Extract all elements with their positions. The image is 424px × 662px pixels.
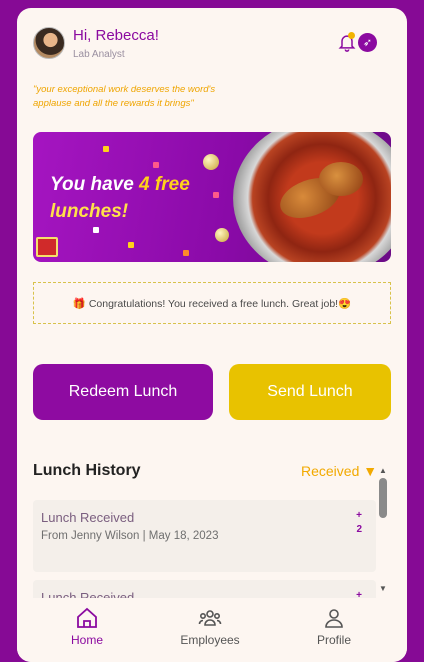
scroll-down-arrow[interactable]: ▼ (379, 584, 387, 593)
history-list-item[interactable]: Lunch Received From Jenny Wilson | May 1… (33, 500, 376, 572)
motivation-quote: "your exceptional work deserves the word… (33, 84, 216, 109)
app-card: Hi, Rebecca! Lab Analyst ➶ "your excepti… (17, 8, 407, 662)
scroll-up-arrow[interactable]: ▲ (379, 466, 387, 475)
confetti (103, 146, 109, 152)
nav-home-label: Home (70, 633, 103, 647)
banner-text-line2: lunches! (50, 201, 129, 222)
promo-banner: You have 4 free lunches! (33, 132, 391, 262)
avatar[interactable] (33, 27, 65, 59)
home-icon (77, 607, 97, 628)
history-item-title: Lunch Received (41, 510, 135, 525)
send-lunch-button[interactable]: Send Lunch (229, 364, 391, 420)
banner-text-suffix: free (149, 174, 190, 195)
history-filter-dropdown[interactable]: Received ▼ (301, 463, 377, 479)
banner-text-prefix: You have (50, 174, 140, 195)
gift-box-image (36, 237, 58, 257)
nav-home[interactable]: Home (42, 606, 132, 647)
chicken-piece (319, 162, 363, 196)
scrollbar-thumb[interactable] (379, 478, 387, 518)
nav-profile-label: Profile (316, 633, 351, 647)
nav-employees-label: Employees (180, 633, 240, 647)
congrats-notice: 🎁 Congratulations! You received a free l… (33, 282, 391, 324)
greeting-text: Hi, Rebecca! (73, 27, 159, 44)
history-item-plus: + (356, 510, 362, 521)
confetti (93, 227, 99, 233)
confetti (128, 242, 134, 248)
nav-employees[interactable]: Employees (165, 606, 255, 647)
ornament-ball (215, 228, 229, 242)
pin-icon[interactable]: ➶ (358, 33, 377, 52)
banner-lunch-count: 4 (139, 174, 150, 195)
ornament-ball (203, 154, 219, 170)
lunch-history-title: Lunch History (33, 462, 141, 479)
profile-icon (325, 609, 343, 628)
employees-icon (198, 610, 222, 626)
redeem-lunch-button[interactable]: Redeem Lunch (33, 364, 213, 420)
notification-dot (348, 32, 355, 39)
banner-headline: You have 4 free lunches! (50, 171, 200, 225)
confetti (183, 250, 189, 256)
confetti (153, 162, 159, 168)
confetti (213, 192, 219, 198)
role-text: Lab Analyst (73, 49, 125, 60)
history-item-count: 2 (356, 524, 362, 535)
history-item-subtitle: From Jenny Wilson | May 18, 2023 (41, 530, 219, 542)
bottom-nav: Home Employees Profile (17, 598, 407, 662)
nav-profile[interactable]: Profile (289, 606, 379, 647)
